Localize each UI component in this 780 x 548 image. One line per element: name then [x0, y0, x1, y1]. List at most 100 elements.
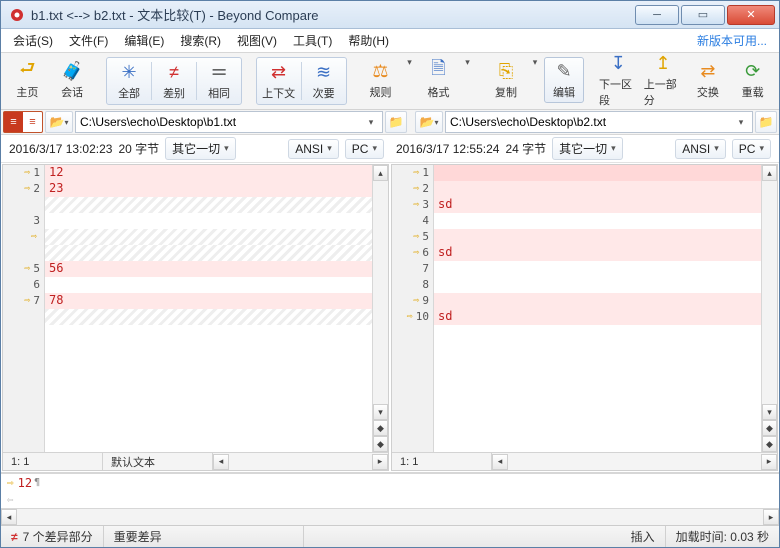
hscroll-left-button[interactable]: ◂ — [1, 509, 17, 525]
line-number: 2 — [422, 182, 429, 195]
left-timestamp: 2016/3/17 13:02:23 — [9, 142, 112, 156]
left-vscroll[interactable]: ▴ ▾ ◆◆ — [372, 165, 388, 452]
code-line[interactable] — [45, 213, 372, 229]
code-line[interactable]: 12 — [45, 165, 372, 181]
overview-toggle[interactable]: ≡≡ — [3, 111, 43, 133]
code-line[interactable] — [434, 293, 761, 309]
home-button[interactable]: ⮐主页 — [7, 57, 48, 103]
scroll-down-button[interactable]: ▾ — [762, 404, 777, 420]
gutter-line: ⇨1 — [392, 165, 433, 181]
maximize-button[interactable]: ▭ — [681, 5, 725, 25]
left-path-input[interactable]: C:\Users\echo\Desktop\b1.txt ▾ — [75, 111, 383, 133]
code-line[interactable] — [45, 277, 372, 293]
diff-arrow-icon: ⇨ — [413, 183, 419, 194]
merge-line-bottom[interactable]: ⇦ — [1, 491, 779, 508]
code-line[interactable]: 78 — [45, 293, 372, 309]
right-open-folder-button[interactable]: 📂▾ — [415, 111, 443, 133]
show-all-button[interactable]: ✳全部 — [107, 58, 151, 104]
show-diff-button[interactable]: ≠差别 — [152, 58, 196, 104]
merge-line-top[interactable]: ⇨ 12 ¶ — [1, 474, 779, 491]
menu-tools[interactable]: 工具(T) — [285, 30, 340, 51]
code-line[interactable]: sd — [434, 197, 761, 213]
scroll-up-diamond[interactable]: ◆ — [762, 420, 777, 436]
right-path-dropdown[interactable]: ▾ — [734, 117, 748, 128]
minimize-button[interactable]: ─ — [635, 5, 679, 25]
copy-button[interactable]: ⎘复制 — [486, 57, 527, 103]
hscroll-right-button[interactable]: ▸ — [763, 509, 779, 525]
code-line[interactable] — [434, 261, 761, 277]
left-browse-button[interactable]: 📁 — [385, 111, 407, 133]
menu-session[interactable]: 会话(S) — [5, 30, 61, 51]
right-path-text: C:\Users\echo\Desktop\b2.txt — [450, 115, 734, 129]
right-path-input[interactable]: C:\Users\echo\Desktop\b2.txt ▾ — [445, 111, 753, 133]
right-content[interactable]: sd sd sd — [434, 165, 761, 452]
format-button[interactable]: 🗎格式 — [418, 57, 459, 103]
code-line[interactable] — [45, 229, 372, 245]
code-line[interactable]: sd — [434, 245, 761, 261]
gutter-line: 6 — [3, 277, 44, 293]
scroll-down-diamond[interactable]: ◆ — [762, 436, 777, 452]
right-platform-dropdown[interactable]: PC▾ — [732, 139, 771, 159]
right-hscroll[interactable]: ◂▸ — [492, 454, 777, 470]
left-open-folder-button[interactable]: 📂▾ — [45, 111, 73, 133]
scroll-up-button[interactable]: ▴ — [762, 165, 777, 181]
close-button[interactable]: ✕ — [727, 5, 775, 25]
scroll-down-diamond[interactable]: ◆ — [373, 436, 388, 452]
left-platform-dropdown[interactable]: PC▾ — [345, 139, 384, 159]
right-body[interactable]: ⇨1⇨2⇨34⇨5⇨678⇨9⇨10 sdsdsd ▴ ▾ ◆◆ — [392, 165, 777, 452]
menu-view[interactable]: 视图(V) — [229, 30, 285, 51]
gutter-line: 7 — [392, 261, 433, 277]
left-hscroll[interactable]: ◂▸ — [213, 454, 388, 470]
reload-icon: ⟳ — [742, 60, 764, 82]
left-filter-dropdown[interactable]: 其它一切▾ — [165, 137, 236, 160]
right-filter-dropdown[interactable]: 其它一切▾ — [552, 137, 623, 160]
right-encoding-dropdown[interactable]: ANSI▾ — [675, 139, 726, 159]
scroll-up-button[interactable]: ▴ — [373, 165, 388, 181]
code-line[interactable] — [434, 229, 761, 245]
scroll-down-button[interactable]: ▾ — [373, 404, 388, 420]
left-content[interactable]: 1223 56 78 — [45, 165, 372, 452]
scroll-up-diamond[interactable]: ◆ — [373, 420, 388, 436]
format-dropdown[interactable]: ▾ — [463, 57, 472, 68]
minor-button[interactable]: ≋次要 — [302, 58, 346, 104]
new-version-link[interactable]: 新版本可用... — [689, 30, 775, 51]
code-line[interactable]: 56 — [45, 261, 372, 277]
code-line[interactable] — [45, 245, 372, 261]
code-line[interactable] — [45, 197, 372, 213]
session-button[interactable]: 🧳会话 — [52, 57, 93, 103]
code-line[interactable] — [434, 277, 761, 293]
gutter-line: 8 — [392, 277, 433, 293]
right-browse-button[interactable]: 📁 — [755, 111, 777, 133]
prev-section-button[interactable]: ↥上一部分 — [643, 57, 684, 103]
gutter-line: ⇨9 — [392, 293, 433, 309]
menu-file[interactable]: 文件(F) — [61, 30, 116, 51]
code-line[interactable]: 23 — [45, 181, 372, 197]
edit-button[interactable]: ✎编辑 — [544, 57, 585, 103]
show-same-button[interactable]: ＝相同 — [197, 58, 241, 104]
context-button[interactable]: ⇄上下文 — [257, 58, 301, 104]
menu-edit[interactable]: 编辑(E) — [116, 30, 172, 51]
merge-hscroll[interactable]: ◂▸ — [1, 508, 779, 525]
code-line[interactable] — [45, 309, 372, 325]
swap-button[interactable]: ⇄交换 — [687, 57, 728, 103]
code-line[interactable] — [434, 165, 761, 181]
next-section-button[interactable]: ↧下一区段 — [598, 57, 639, 103]
left-path-dropdown[interactable]: ▾ — [364, 117, 378, 128]
copy-dropdown[interactable]: ▾ — [530, 57, 539, 68]
line-number: 5 — [33, 262, 40, 275]
right-vscroll[interactable]: ▴ ▾ ◆◆ — [761, 165, 777, 452]
menu-search[interactable]: 搜索(R) — [172, 30, 229, 51]
left-body[interactable]: ⇨1⇨23⇨⇨56⇨7 12235678 ▴ ▾ ◆◆ — [3, 165, 388, 452]
left-encoding-dropdown[interactable]: ANSI▾ — [288, 139, 339, 159]
code-line[interactable]: sd — [434, 309, 761, 325]
code-line[interactable] — [434, 181, 761, 197]
path-row: ≡≡ 📂▾ C:\Users\echo\Desktop\b1.txt ▾ 📁 📂… — [1, 110, 779, 135]
menu-help[interactable]: 帮助(H) — [340, 30, 397, 51]
rules-button[interactable]: ⚖规则 — [360, 57, 401, 103]
code-line[interactable] — [434, 213, 761, 229]
reload-button[interactable]: ⟳重载 — [732, 57, 773, 103]
gutter-line: ⇨6 — [392, 245, 433, 261]
rules-dropdown[interactable]: ▾ — [405, 57, 414, 68]
gutter-line: ⇨5 — [3, 261, 44, 277]
left-info: 2016/3/17 13:02:23 20 字节 其它一切▾ ANSI▾ PC▾ — [3, 137, 390, 160]
